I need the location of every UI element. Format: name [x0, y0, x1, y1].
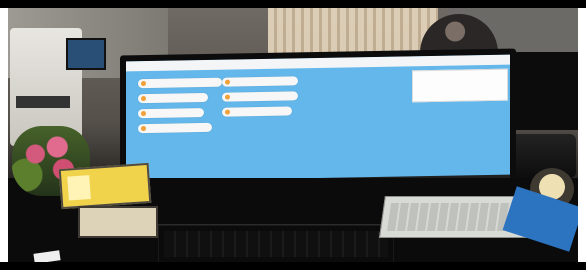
small-box — [78, 206, 158, 238]
app-button-2[interactable] — [222, 76, 298, 87]
app-icon — [141, 126, 146, 132]
app-icon — [141, 81, 146, 87]
black-keyboard — [158, 224, 394, 262]
app-icon — [225, 94, 230, 100]
app-button-6[interactable] — [222, 106, 292, 117]
printer-slot — [16, 96, 70, 108]
app-button-5[interactable] — [138, 107, 204, 119]
keyboard-keys — [164, 231, 388, 257]
app-button-1[interactable] — [138, 77, 222, 89]
box-label — [67, 175, 91, 201]
photo-frame — [0, 0, 586, 270]
yellow-box — [58, 162, 152, 210]
app-icon — [141, 111, 146, 117]
app-button-4[interactable] — [222, 91, 298, 102]
window-blinds — [268, 8, 438, 56]
app-button-7[interactable] — [138, 122, 212, 134]
monitor-screen — [126, 54, 510, 190]
notification-popup — [412, 68, 508, 103]
app-icon — [141, 96, 146, 102]
bottom-black-bar — [0, 262, 586, 270]
main-monitor — [120, 48, 516, 200]
small-left-screen — [66, 38, 106, 70]
office-photo — [8, 8, 578, 262]
app-button-3[interactable] — [138, 92, 208, 104]
app-icon — [225, 109, 230, 115]
app-icon — [225, 79, 230, 85]
top-black-bar — [0, 0, 586, 8]
